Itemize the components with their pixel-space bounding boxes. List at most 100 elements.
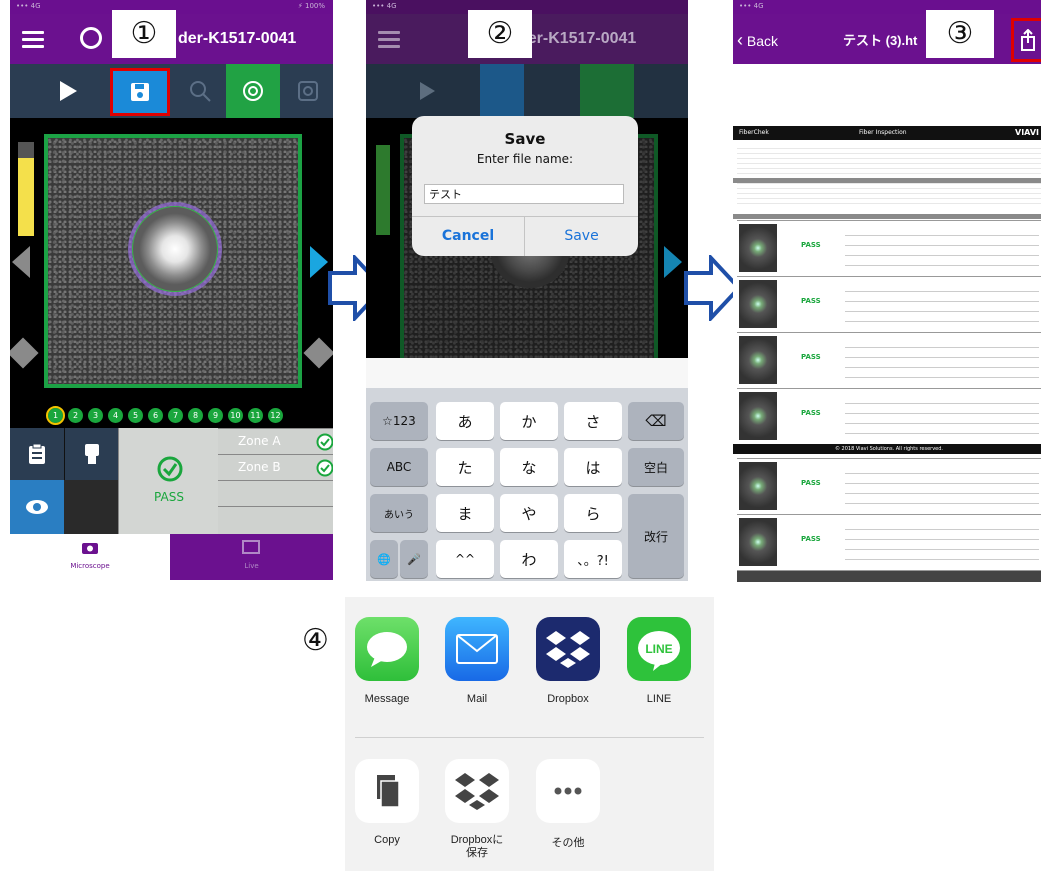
zone-a-label: Zone A (238, 434, 281, 448)
japanese-keyboard: ☆123 あ か さ ⌫ ABC た な は 空白 あいう ま や ら 改行 🌐… (366, 388, 688, 581)
key-ta[interactable]: た (436, 448, 494, 486)
report-header: FiberChek Fiber Inspection VIAVI (733, 126, 1041, 140)
scope-view (10, 118, 333, 428)
key-ya[interactable]: や (500, 494, 558, 532)
fiber-dot[interactable]: 2 (68, 408, 83, 423)
fiber-dot[interactable]: 9 (208, 408, 223, 423)
focus-level-bar (376, 145, 390, 235)
fiber-dot[interactable]: 3 (88, 408, 103, 423)
fiber-dot[interactable]: 10 (228, 408, 243, 423)
key-na[interactable]: な (500, 448, 558, 486)
fiber-dot[interactable]: 6 (148, 408, 163, 423)
toolbar (10, 64, 333, 118)
report-row: PASS (737, 458, 1041, 513)
tab-live[interactable]: Live (170, 534, 333, 580)
more-icon[interactable] (536, 759, 600, 823)
search-button[interactable] (180, 64, 220, 118)
key-a[interactable]: あ (436, 402, 494, 440)
pass-label: PASS (801, 479, 821, 487)
key-ka[interactable]: か (500, 402, 558, 440)
report-row: PASS (737, 332, 1041, 387)
fiber-dot[interactable]: 1 (46, 406, 65, 425)
dropbox-save-icon[interactable] (445, 759, 509, 823)
share-icon (1021, 29, 1035, 51)
line-app-label: LINE (646, 693, 672, 705)
fiber-dot[interactable]: 4 (108, 408, 123, 423)
tab-microscope-label: Microscope (70, 562, 110, 570)
copy-action-icon[interactable] (355, 759, 419, 823)
message-app-icon[interactable] (355, 617, 419, 681)
inspection-report: FiberChek Fiber Inspection VIAVI PASS PA… (733, 118, 1041, 582)
key-return[interactable]: 改行 (628, 494, 684, 578)
zone-a-check-icon (316, 433, 333, 451)
fiber-number-row: 1 2 3 4 5 6 7 8 9 10 11 12 (46, 406, 298, 426)
fiber-dot[interactable]: 5 (128, 408, 143, 423)
connector-icon (84, 444, 99, 464)
report-brand: FiberChek (739, 129, 769, 136)
report-section-bar (733, 178, 1041, 183)
stopwatch-icon[interactable] (80, 27, 102, 49)
dialog-title: Save (504, 130, 546, 148)
delete-left-icon[interactable] (10, 337, 39, 369)
panel-1-inspection-screen: ••• 4G ⚡ 100% der-K1517-0041 1 2 3 4 5 6… (10, 0, 333, 580)
key-space[interactable]: 空白 (628, 448, 684, 486)
key-ra[interactable]: ら (564, 494, 622, 532)
play-button (412, 64, 442, 118)
fiber-thumbnail (739, 224, 777, 272)
keyboard-gap (366, 358, 688, 388)
fiber-image (44, 134, 302, 388)
arrow-left-icon[interactable] (12, 246, 30, 278)
share-button[interactable] (1011, 18, 1041, 62)
menu-icon[interactable] (22, 31, 44, 49)
globe-icon[interactable]: 🌐 (370, 540, 398, 578)
key-delete[interactable]: ⌫ (628, 402, 684, 440)
fiber-core (132, 206, 218, 292)
microphone-icon[interactable]: 🎤 (400, 540, 428, 578)
key-punctuation[interactable]: 、。?! (564, 540, 622, 578)
mail-app-icon[interactable] (445, 617, 509, 681)
delete-right-icon[interactable] (303, 337, 333, 369)
key-wa[interactable]: わ (500, 540, 558, 578)
line-app-icon[interactable]: LINE (627, 617, 691, 681)
view-button[interactable] (10, 480, 64, 534)
dropbox-app-icon[interactable] (536, 617, 600, 681)
cancel-button[interactable]: Cancel (412, 228, 524, 244)
file-name-input[interactable]: テスト (424, 184, 624, 204)
zone-b-row: Zone B (218, 454, 333, 480)
report-row: PASS (737, 276, 1041, 331)
step-1-label: ① (112, 10, 176, 58)
pass-label: PASS (154, 490, 184, 504)
copy-action-label: Copy (374, 834, 400, 846)
report-row: PASS (737, 388, 1041, 443)
save-button[interactable] (110, 68, 170, 116)
tip-button[interactable] (64, 428, 118, 480)
play-button[interactable] (48, 64, 88, 118)
save-confirm-button[interactable]: Save (525, 228, 638, 244)
menu-icon (378, 31, 400, 49)
key-kana[interactable]: あいう (370, 494, 428, 532)
report-vendor: VIAVI (1015, 128, 1039, 137)
key-ha[interactable]: は (564, 448, 622, 486)
focus-button[interactable] (226, 64, 280, 118)
key-abc[interactable]: ABC (370, 448, 428, 486)
zone-b-label: Zone B (238, 460, 281, 474)
focus-level-bar (18, 142, 34, 236)
pass-label: PASS (801, 409, 821, 417)
fiber-dot[interactable]: 8 (188, 408, 203, 423)
capture-button[interactable] (288, 64, 328, 118)
pass-result: PASS (118, 428, 218, 534)
key-ma[interactable]: ま (436, 494, 494, 532)
fiber-dot[interactable]: 12 (268, 408, 283, 423)
clipboard-icon (29, 443, 45, 464)
key-dakuten[interactable]: ^^ (436, 540, 494, 578)
back-button[interactable]: ‹ Back (737, 30, 778, 51)
key-numbers[interactable]: ☆123 (370, 402, 428, 440)
key-sa[interactable]: さ (564, 402, 622, 440)
arrow-right-icon[interactable] (310, 246, 328, 278)
tab-microscope[interactable]: Microscope (10, 534, 170, 580)
dropbox-save-label: Dropboxに 保存 (450, 834, 504, 859)
capture-icon (298, 81, 318, 101)
report-button[interactable] (10, 428, 64, 480)
fiber-dot[interactable]: 7 (168, 408, 183, 423)
fiber-dot[interactable]: 11 (248, 408, 263, 423)
